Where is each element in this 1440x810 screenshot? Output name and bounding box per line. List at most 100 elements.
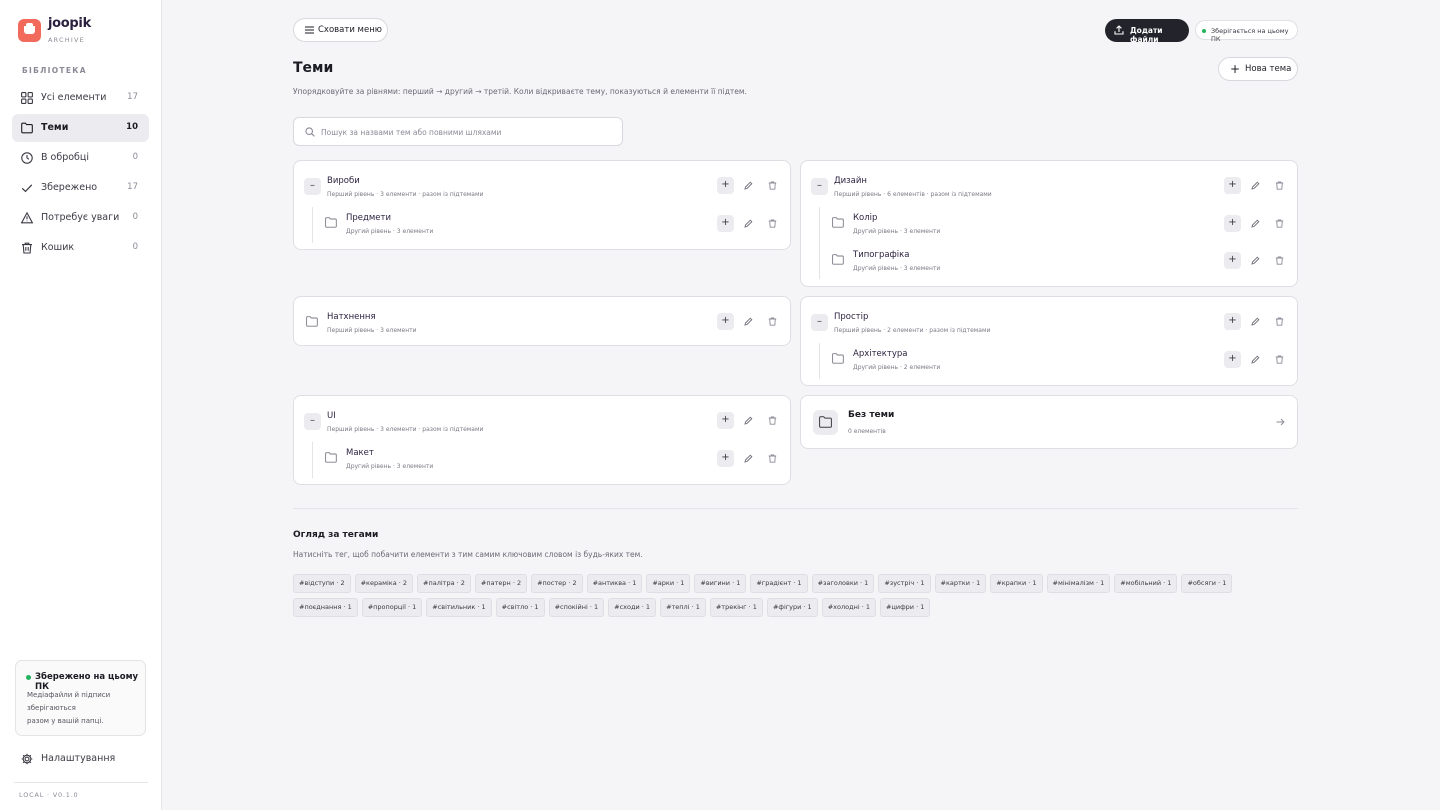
- tag-chip[interactable]: #вигини · 1: [694, 574, 747, 593]
- collapse-toggle[interactable]: –: [811, 314, 828, 331]
- upload-icon: [1114, 25, 1124, 35]
- tag-chip[interactable]: #крапки · 1: [990, 574, 1043, 593]
- sidebar-item-label: Потребує уваги: [41, 212, 120, 223]
- settings-button[interactable]: Налаштування: [12, 747, 149, 771]
- tag-chip[interactable]: #теплі · 1: [660, 598, 706, 617]
- add-files-button[interactable]: Додати файли: [1105, 19, 1189, 44]
- tag-chip[interactable]: #постер · 2: [531, 574, 583, 593]
- subtopic-name[interactable]: Типографіка: [853, 250, 910, 260]
- sidebar-item-topics[interactable]: Теми 10: [12, 114, 149, 142]
- add-subtopic-button[interactable]: +: [717, 177, 734, 194]
- tag-chip[interactable]: #градієнт · 1: [750, 574, 808, 593]
- folder-icon: [832, 217, 844, 228]
- add-subtopic-button[interactable]: +: [1224, 252, 1241, 269]
- tag-chip[interactable]: #палітра · 2: [417, 574, 471, 593]
- save-card-text: Медіафайли й підписи: [27, 691, 111, 699]
- tag-chip[interactable]: #пропорції · 1: [361, 598, 423, 617]
- add-subtopic-button[interactable]: +: [1224, 313, 1241, 330]
- plus-icon: +: [1230, 62, 1241, 76]
- subtopic-name[interactable]: Предмети: [346, 213, 391, 223]
- folder-tile: [813, 410, 838, 435]
- tag-chip[interactable]: #патерн · 2: [474, 574, 528, 593]
- sidebar-item-all[interactable]: Усі елементи 17: [12, 84, 149, 112]
- tag-chip[interactable]: #обсяги · 1: [1181, 574, 1233, 593]
- search-icon: [305, 127, 315, 137]
- trash-icon[interactable]: [1275, 181, 1284, 190]
- subtopic-name[interactable]: Колір: [853, 213, 877, 223]
- tag-chip[interactable]: #мінімалізм · 1: [1046, 574, 1111, 593]
- add-subtopic-button[interactable]: +: [717, 412, 734, 429]
- search-input[interactable]: [321, 125, 611, 139]
- trash-icon[interactable]: [768, 181, 777, 190]
- topic-name[interactable]: UI: [327, 411, 336, 421]
- add-subtopic-button[interactable]: +: [717, 450, 734, 467]
- collapse-toggle[interactable]: –: [304, 413, 321, 430]
- trash-icon[interactable]: [768, 416, 777, 425]
- trash-icon[interactable]: [768, 317, 777, 326]
- topic-name[interactable]: Простір: [834, 312, 868, 322]
- check-icon: [21, 184, 33, 193]
- local-save-card: Збережено на цьому ПК Медіафайли й підпи…: [15, 660, 146, 736]
- tag-chip[interactable]: #поєднання · 1: [293, 598, 358, 617]
- tag-chip[interactable]: #кераміка · 2: [354, 574, 414, 593]
- tree-line: [312, 207, 313, 243]
- tag-chip[interactable]: #відступи · 2: [293, 574, 351, 593]
- tag-chip[interactable]: #зустріч · 1: [878, 574, 931, 593]
- topic-name[interactable]: Натхнення: [327, 312, 376, 322]
- subtopic-name[interactable]: Архітектура: [853, 349, 908, 359]
- sidebar-item-saved[interactable]: Збережено 17: [12, 174, 149, 202]
- tag-chip[interactable]: #світло · 1: [495, 598, 545, 617]
- tag-chip[interactable]: #холодні · 1: [821, 598, 876, 617]
- sidebar-item-count: 0: [132, 242, 138, 252]
- subtopic-name[interactable]: Макет: [346, 448, 374, 458]
- pencil-icon[interactable]: [744, 454, 753, 463]
- pencil-icon[interactable]: [1251, 219, 1260, 228]
- trash-icon[interactable]: [768, 454, 777, 463]
- tree-line: [819, 343, 820, 379]
- pencil-icon[interactable]: [1251, 181, 1260, 190]
- sidebar-item-processing[interactable]: В обробці 0: [12, 144, 149, 172]
- page-subtitle: Упорядковуйте за рівнями: перший → други…: [293, 87, 747, 96]
- tag-chip[interactable]: #арки · 1: [646, 574, 691, 593]
- tag-chip[interactable]: #сходи · 1: [608, 598, 657, 617]
- folder-icon: [832, 353, 844, 364]
- tag-chip[interactable]: #світильник · 1: [426, 598, 492, 617]
- topic-name[interactable]: Дизайн: [834, 176, 867, 186]
- tag-chip[interactable]: #цифри · 1: [880, 598, 931, 617]
- no-topic-card[interactable]: Без теми 0 елементів: [800, 395, 1298, 449]
- topic-meta: Перший рівень · 6 елементів · разом із п…: [834, 191, 992, 198]
- pencil-icon[interactable]: [1251, 256, 1260, 265]
- sidebar-item-trash[interactable]: Кошик 0: [12, 234, 149, 262]
- pencil-icon[interactable]: [744, 181, 753, 190]
- pencil-icon[interactable]: [744, 317, 753, 326]
- tag-chip[interactable]: #картки · 1: [934, 574, 987, 593]
- tag-chip[interactable]: #фігури · 1: [766, 598, 818, 617]
- tag-chip[interactable]: #трекінг · 1: [709, 598, 763, 617]
- trash-icon[interactable]: [1275, 317, 1284, 326]
- hide-menu-button[interactable]: Сховати меню: [293, 18, 388, 42]
- tag-chip[interactable]: #спокійні · 1: [548, 598, 605, 617]
- subtopic-meta: Другий рівень · 3 елементи: [853, 228, 941, 235]
- tag-chip[interactable]: #мобільний · 1: [1114, 574, 1178, 593]
- collapse-toggle[interactable]: –: [304, 178, 321, 195]
- trash-icon[interactable]: [768, 219, 777, 228]
- add-subtopic-button[interactable]: +: [1224, 351, 1241, 368]
- tag-chip[interactable]: #антиква · 1: [586, 574, 643, 593]
- tag-chip[interactable]: #заголовки · 1: [811, 574, 875, 593]
- add-subtopic-button[interactable]: +: [1224, 215, 1241, 232]
- trash-icon[interactable]: [1275, 355, 1284, 364]
- topic-name[interactable]: Вироби: [327, 176, 360, 186]
- add-subtopic-button[interactable]: +: [717, 313, 734, 330]
- new-topic-button[interactable]: + Нова тема: [1218, 57, 1298, 81]
- collapse-toggle[interactable]: –: [811, 178, 828, 195]
- add-subtopic-button[interactable]: +: [1224, 177, 1241, 194]
- trash-icon[interactable]: [1275, 219, 1284, 228]
- pencil-icon[interactable]: [744, 219, 753, 228]
- sidebar-item-attention[interactable]: Потребує уваги 0: [12, 204, 149, 232]
- add-subtopic-button[interactable]: +: [717, 215, 734, 232]
- topic-meta: Перший рівень · 3 елементи · разом із пі…: [327, 426, 484, 433]
- trash-icon[interactable]: [1275, 256, 1284, 265]
- pencil-icon[interactable]: [744, 416, 753, 425]
- pencil-icon[interactable]: [1251, 317, 1260, 326]
- pencil-icon[interactable]: [1251, 355, 1260, 364]
